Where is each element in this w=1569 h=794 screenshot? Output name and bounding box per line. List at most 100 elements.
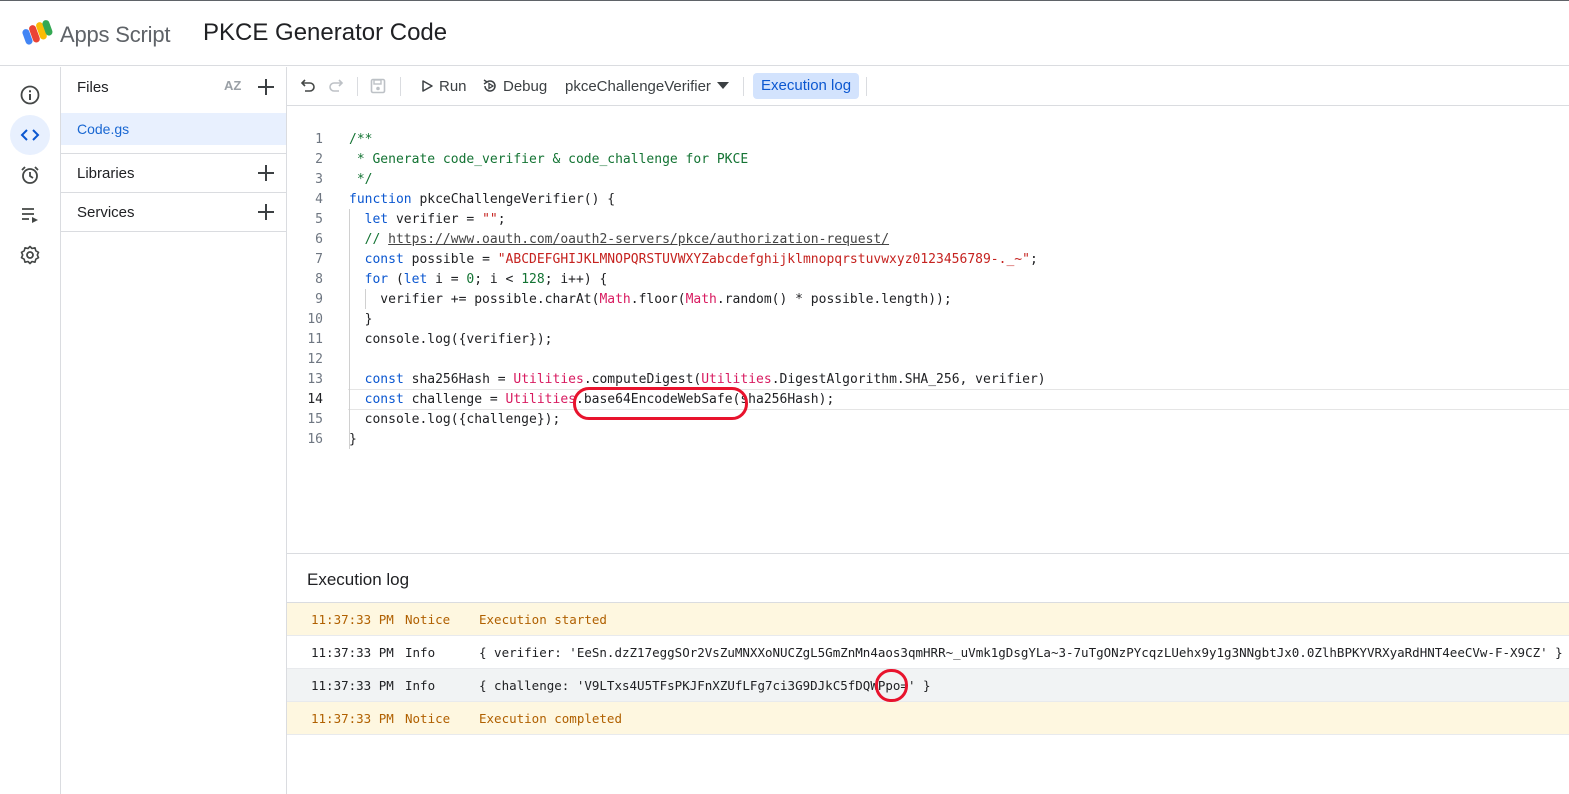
line-number: 11: [307, 332, 323, 347]
log-level: Info: [405, 645, 436, 660]
code-line[interactable]: 15 console.log({challenge});: [287, 410, 1569, 430]
code-editor[interactable]: 1 /** 2 * Generate code_verifier & code_ch…: [287, 106, 1569, 553]
log-row: 11:37:33 PM Notice Execution completed: [287, 702, 1569, 735]
line-number: 7: [315, 252, 323, 267]
redo-button[interactable]: [327, 67, 345, 105]
code-text: for (let i = 0; i < 128; i++) {: [364, 272, 608, 287]
log-row: 11:37:33 PM Notice Execution started: [287, 603, 1569, 636]
log-message: Execution started: [479, 612, 607, 627]
execution-log-panel: Execution log 11:37:33 PM Notice Execution…: [287, 553, 1569, 794]
code-text: * Generate code_verifier & code_challeng…: [349, 152, 749, 167]
toolbar-separator: [743, 77, 744, 96]
code-line[interactable]: 13 const sha256Hash = Utilities.computeD…: [287, 370, 1569, 390]
line-number: 1: [315, 132, 323, 147]
line-number: 12: [307, 352, 323, 367]
line-number: 9: [315, 292, 323, 307]
overview-button[interactable]: [10, 75, 50, 115]
sort-az-button[interactable]: AZ: [224, 78, 241, 93]
line-number: 16: [307, 432, 323, 447]
code-line[interactable]: 1 /**: [287, 130, 1569, 150]
execution-log-title: Execution log: [307, 570, 410, 589]
code-line[interactable]: 5 let verifier = "";: [287, 210, 1569, 230]
code-line[interactable]: 11 console.log({verifier});: [287, 330, 1569, 350]
log-row: 11:37:33 PM Info { verifier: 'EeSn.dzZ17eg…: [287, 636, 1569, 669]
code-line[interactable]: 7 const possible = "ABCDEFGHIJKLMNOPQRST…: [287, 250, 1569, 270]
files-header: Files AZ: [61, 67, 286, 107]
services-header: Services: [61, 192, 286, 232]
code-text: /**: [349, 132, 373, 147]
redo-icon: [329, 79, 344, 92]
log-time: 11:37:33 PM: [311, 711, 394, 726]
code-text: // https://www.oauth.com/oauth2-servers/…: [364, 232, 890, 247]
line-number: 10: [307, 312, 323, 327]
code-line[interactable]: 8 for (let i = 0; i < 128; i++) {: [287, 270, 1569, 290]
log-row: 11:37:33 PM Info { challenge: 'V9LTxs4U5TF…: [287, 669, 1569, 702]
annotation-circle: [573, 387, 748, 420]
function-select[interactable]: pkceChallengeVerifier: [565, 67, 729, 105]
code-line[interactable]: 12: [287, 350, 1569, 370]
project-title[interactable]: PKCE Generator Code: [203, 19, 447, 47]
line-number: 6: [315, 232, 323, 247]
files-label: Files: [77, 78, 109, 96]
debug-button[interactable]: Debug: [482, 67, 547, 105]
libraries-label: Libraries: [77, 164, 135, 182]
add-file-icon[interactable]: [256, 77, 276, 97]
executions-button[interactable]: [10, 195, 50, 235]
executions-list-icon: [22, 208, 38, 223]
apps-script-editor: Apps Script PKCE Generator Code Files AZ…: [0, 0, 1569, 794]
log-time: 11:37:33 PM: [311, 612, 394, 627]
log-time: 11:37:33 PM: [311, 645, 394, 660]
log-message: { verifier: 'EeSn.dzZ17eggSOr2VsZuMNXXoN…: [479, 645, 1563, 660]
line-number: 13: [307, 372, 323, 387]
debug-label: Debug: [503, 77, 548, 95]
code-text: function pkceChallengeVerifier() {: [349, 192, 616, 207]
settings-button[interactable]: [10, 235, 50, 275]
code-line[interactable]: 4 function pkceChallengeVerifier() {: [287, 190, 1569, 210]
files-panel: Files AZ Code.gs Libraries Services: [61, 67, 287, 794]
code-line[interactable]: 10 }: [287, 310, 1569, 330]
toolbar-separator: [400, 77, 401, 96]
file-item-code-gs[interactable]: Code.gs: [61, 113, 286, 145]
run-label: Run: [439, 77, 467, 95]
code-text: console.log({challenge});: [349, 412, 561, 427]
log-message: Execution completed: [479, 711, 622, 726]
log-time: 11:37:33 PM: [311, 678, 394, 693]
code-line[interactable]: 3 */: [287, 170, 1569, 190]
triggers-button[interactable]: [10, 155, 50, 195]
run-button[interactable]: Run: [420, 67, 467, 105]
code-text: console.log({verifier});: [349, 332, 553, 347]
line-number: 15: [307, 412, 323, 427]
save-button[interactable]: [369, 67, 387, 105]
add-library-icon[interactable]: [256, 163, 276, 183]
code-line[interactable]: 9 verifier += possible.charAt(Math.floor…: [287, 290, 1569, 310]
undo-icon: [300, 79, 315, 92]
code-text: }: [349, 432, 357, 447]
add-service-icon[interactable]: [256, 202, 276, 222]
info-icon: [20, 85, 40, 105]
line-number: 4: [315, 192, 323, 207]
line-number: 14: [307, 392, 323, 407]
line-number: 2: [315, 152, 323, 167]
line-number: 8: [315, 272, 323, 287]
code-text: }: [349, 312, 373, 327]
log-level: Notice: [405, 711, 451, 726]
libraries-header: Libraries: [61, 153, 286, 193]
services-label: Services: [77, 203, 135, 221]
undo-button[interactable]: [299, 67, 317, 105]
code-line[interactable]: 6 // https://www.oauth.com/oauth2-server…: [287, 230, 1569, 250]
apps-script-logo[interactable]: [22, 19, 54, 49]
code-text: const possible = "ABCDEFGHIJKLMNOPQRSTUV…: [364, 252, 1038, 267]
code-line[interactable]: 16}: [287, 430, 1569, 450]
chevron-down-icon: [716, 82, 729, 89]
editor-button[interactable]: [10, 115, 50, 155]
annotation-circle: [875, 669, 908, 702]
toolbar-separator: [866, 77, 867, 96]
code-line[interactable]: 2 * Generate code_verifier & code_challe…: [287, 150, 1569, 170]
code-line[interactable]: 14 const challenge = Utilities.base64Enc…: [287, 390, 1569, 410]
line-number: 5: [315, 212, 323, 227]
code-icon: [20, 129, 40, 141]
execution-log-toggle[interactable]: Execution log: [753, 73, 860, 99]
app-name[interactable]: Apps Script: [60, 22, 170, 48]
log-message: { challenge: 'V9LTxs4U5TFsPKJFnXZUfLFg7c…: [479, 678, 931, 693]
editor-toolbar: Run Debug pkceChallengeVerifier Executio…: [287, 67, 1569, 106]
